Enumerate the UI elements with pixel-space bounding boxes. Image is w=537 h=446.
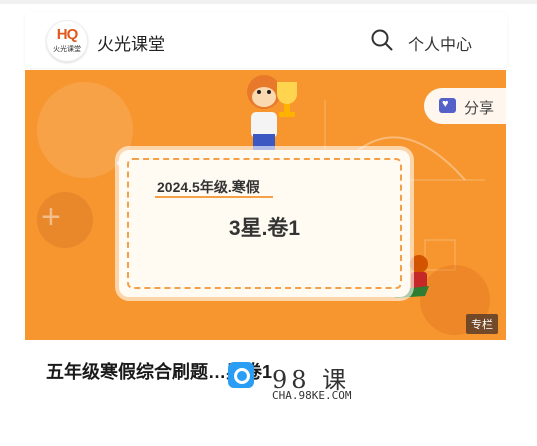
- share-button[interactable]: 分享: [424, 88, 506, 124]
- banner-title-card: 2024.5年级.寒假 3星.卷1: [119, 150, 410, 297]
- card-volume-label: 3星.卷1: [228, 217, 301, 240]
- card-grade-label: 2024.5年级.寒假: [157, 179, 260, 195]
- svg-text:+: +: [41, 198, 61, 236]
- brand-logo[interactable]: HQ 火光课堂: [46, 20, 88, 62]
- trophy-icon: [277, 82, 297, 117]
- watermark: 98 课 CHA.98KE.COM: [228, 360, 368, 408]
- brand-name: 火光课堂: [97, 35, 165, 54]
- card-underline: [155, 196, 273, 198]
- column-tag-badge: 专栏: [466, 314, 498, 334]
- header-bar: HQ 火光课堂 火光课堂 个人中心: [25, 12, 507, 68]
- logo-mark: HQ: [56, 26, 79, 43]
- top-divider: [0, 0, 537, 4]
- watermark-logo-icon: [228, 362, 254, 388]
- search-icon[interactable]: [370, 28, 394, 52]
- watermark-url: CHA.98KE.COM: [272, 389, 352, 402]
- logo-subtitle: 火光课堂: [53, 46, 81, 53]
- course-banner[interactable]: + 分享 2024.5年级.寒假 3星.卷1 专栏: [25, 70, 506, 340]
- share-label: 分享: [464, 100, 495, 117]
- share-icon: [439, 98, 456, 113]
- profile-link[interactable]: 个人中心: [408, 31, 472, 55]
